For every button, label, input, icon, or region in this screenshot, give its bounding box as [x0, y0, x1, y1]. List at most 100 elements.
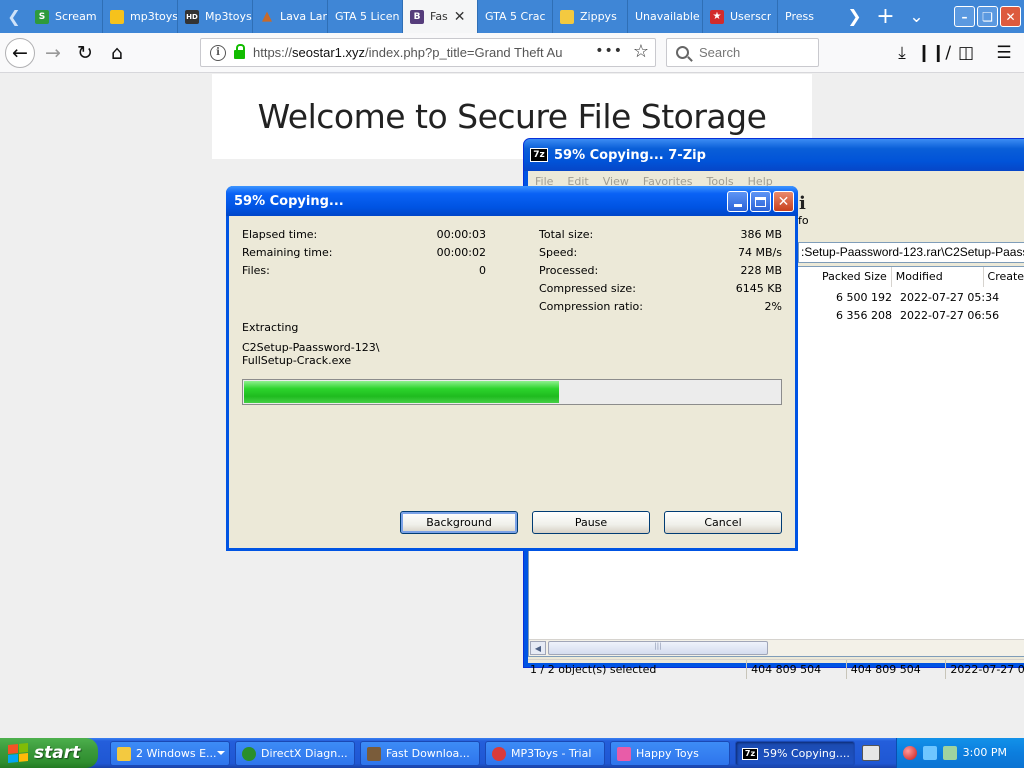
- url-text[interactable]: https://seostar1.xyz/index.php?p_title=G…: [253, 45, 563, 60]
- browser-tab[interactable]: GTA 5 Licen: [328, 0, 403, 33]
- tab-label: Scream: [55, 10, 97, 23]
- taskbar-item-mp3toys[interactable]: MP3Toys - Trial: [485, 741, 605, 766]
- downloads-icon[interactable]: ⤓: [890, 41, 914, 65]
- minimize-button[interactable]: [727, 191, 748, 212]
- browser-tab[interactable]: ▲ Lava Lamp: [253, 0, 328, 33]
- search-icon: [676, 46, 689, 59]
- browser-tab-strip: ❮ S Scream mp3toys HD Mp3toys ▲ Lava Lam…: [0, 0, 1024, 33]
- system-tray: 3:00 PM: [896, 738, 1024, 768]
- taskbar-item-windows-explorer[interactable]: 2 Windows E...: [110, 741, 230, 766]
- scroll-left-arrow-icon[interactable]: ◀: [530, 641, 546, 655]
- column-created[interactable]: Create: [983, 267, 1024, 287]
- 7zip-window-titlebar[interactable]: 7z 59% Copying... 7-Zip: [524, 139, 1024, 171]
- taskbar-item-directx[interactable]: DirectX Diagn...: [235, 741, 355, 766]
- speaker-icon[interactable]: [943, 746, 957, 760]
- browser-tab[interactable]: ★ Userscr: [703, 0, 778, 33]
- browser-tab[interactable]: Unavailable: [628, 0, 703, 33]
- close-window-button[interactable]: ✕: [1000, 6, 1021, 27]
- browser-tab[interactable]: GTA 5 Crac: [478, 0, 553, 33]
- browser-tab[interactable]: S Scream: [28, 0, 103, 33]
- 7zip-window-title: 59% Copying... 7-Zip: [554, 147, 706, 163]
- bottle-icon: ▲: [262, 9, 272, 24]
- archive-path-field[interactable]: :Setup-Paassword-123.rar\C2Setup-Paasswo…: [798, 242, 1024, 263]
- tab-label: GTA 5 Licen: [335, 10, 400, 23]
- status-date: 2022-07-27 05:3: [950, 663, 1024, 676]
- column-packed-size[interactable]: Packed Size: [799, 267, 892, 287]
- dialog-titlebar[interactable]: 59% Copying... ✕: [226, 186, 798, 216]
- close-tab-icon[interactable]: ✕: [454, 9, 466, 25]
- browser-tab[interactable]: HD Mp3toys: [178, 0, 253, 33]
- minimize-window-button[interactable]: –: [954, 6, 975, 27]
- stat-processed: Processed: 228 MB: [539, 264, 782, 282]
- status-selection: 1 / 2 object(s) selected: [528, 660, 748, 679]
- tab-scroll-right-button[interactable]: ❯: [839, 0, 870, 33]
- stat-value: 74 MB/s: [738, 246, 782, 259]
- stat-value: 00:00:03: [436, 228, 486, 241]
- browser-tab-active[interactable]: B Fas ✕: [403, 0, 478, 33]
- start-label: start: [34, 743, 81, 763]
- maximize-icon: [755, 196, 766, 207]
- tab-label: Zippys: [580, 10, 617, 23]
- sidebar-icon[interactable]: ◫: [954, 41, 978, 65]
- restore-window-button[interactable]: ❏: [977, 6, 998, 27]
- background-button[interactable]: Background: [400, 511, 518, 534]
- new-tab-button[interactable]: +: [870, 0, 901, 33]
- row-packed-size: 6 356 208: [836, 309, 892, 322]
- happytoys-icon: [617, 746, 631, 761]
- search-bar[interactable]: Search: [666, 38, 819, 67]
- close-button[interactable]: ✕: [773, 191, 794, 212]
- star-badge-icon: ★: [710, 9, 724, 24]
- home-button[interactable]: ⌂: [102, 38, 132, 68]
- info-toolbar-label: fo: [798, 214, 809, 227]
- info-icon: i: [799, 193, 806, 214]
- red-ball-icon[interactable]: [903, 746, 917, 760]
- cancel-button[interactable]: Cancel: [664, 511, 782, 534]
- lock-icon[interactable]: [234, 44, 245, 59]
- stat-label: Compression ratio:: [539, 300, 643, 313]
- taskbar-item-7zip-copying[interactable]: 7z 59% Copying....: [735, 741, 855, 766]
- taskbar-item-fast-download[interactable]: Fast Downloa...: [360, 741, 480, 766]
- info-toolbar-button[interactable]: i fo: [798, 193, 809, 227]
- status-size: 404 809 504: [747, 660, 847, 679]
- start-button[interactable]: start: [0, 738, 98, 768]
- stat-label: Compressed size:: [539, 282, 636, 295]
- site-info-icon[interactable]: i: [210, 44, 226, 61]
- maximize-button[interactable]: [750, 191, 771, 212]
- reload-button[interactable]: ↻: [70, 38, 100, 68]
- taskbar-item-label: 2 Windows E...: [136, 747, 217, 760]
- library-icon[interactable]: ❙❙∕: [917, 41, 951, 65]
- url-bar[interactable]: i https://seostar1.xyz/index.php?p_title…: [200, 38, 656, 67]
- browser-tab[interactable]: mp3toys: [103, 0, 178, 33]
- tab-label: Userscr: [730, 10, 772, 23]
- pause-button[interactable]: Pause: [532, 511, 650, 534]
- all-tabs-button[interactable]: ⌄: [901, 0, 932, 33]
- page-actions-icon[interactable]: •••: [595, 43, 623, 59]
- scrollbar-thumb[interactable]: |||: [548, 641, 768, 655]
- forward-button[interactable]: →: [38, 38, 68, 68]
- browser-tab[interactable]: Press: [778, 0, 816, 33]
- browser-tab[interactable]: Zippys: [553, 0, 628, 33]
- tab-scroll-left-button[interactable]: ❮: [0, 0, 28, 33]
- stat-value: 228 MB: [740, 264, 782, 277]
- column-modified[interactable]: Modified: [891, 267, 984, 287]
- network-icon[interactable]: [923, 746, 937, 760]
- stat-compressed-size: Compressed size: 6145 KB: [539, 282, 782, 300]
- hamburger-menu-icon[interactable]: ☰: [992, 41, 1016, 65]
- table-row[interactable]: 6 356 208 2022-07-27 06:56: [799, 307, 1024, 325]
- stat-label: Speed:: [539, 246, 578, 259]
- windows-logo-icon: [8, 742, 28, 764]
- stat-value: 386 MB: [740, 228, 782, 241]
- url-path: /index.php?p_title=Grand Theft Au: [365, 45, 563, 60]
- stat-label: Files:: [242, 264, 270, 277]
- row-modified: 2022-07-27 06:56: [900, 309, 1000, 322]
- folder-icon: [117, 746, 131, 761]
- keyboard-icon[interactable]: [862, 745, 880, 761]
- stat-value: 6145 KB: [735, 282, 782, 295]
- dialog-title: 59% Copying...: [234, 193, 344, 209]
- bookmark-star-icon[interactable]: ☆: [633, 41, 649, 62]
- back-button[interactable]: ←: [5, 38, 35, 68]
- tab-strip-controls: ❯ + ⌄ – ❏ ✕: [839, 0, 1024, 33]
- horizontal-scrollbar[interactable]: ◀ |||: [529, 639, 1024, 656]
- table-row[interactable]: 6 500 192 2022-07-27 05:34: [799, 289, 1024, 307]
- taskbar-item-happy-toys[interactable]: Happy Toys: [610, 741, 730, 766]
